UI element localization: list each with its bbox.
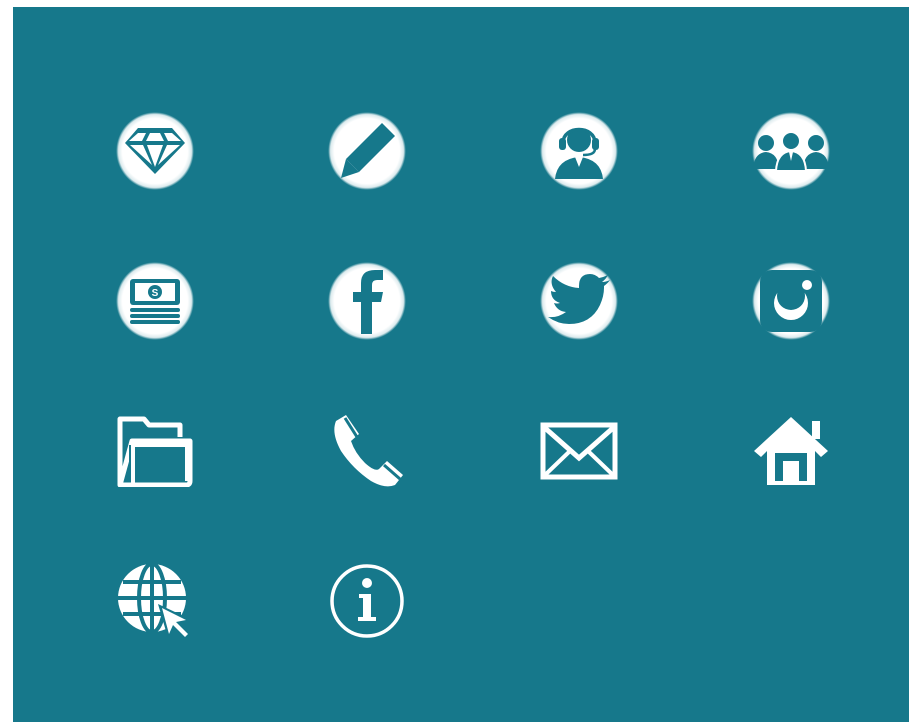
home-cell	[736, 396, 846, 506]
pencil-icon	[341, 123, 395, 178]
instagram-icon	[760, 270, 822, 332]
support-agent-badge	[524, 96, 634, 206]
info-icon	[330, 564, 404, 638]
info-cell	[312, 546, 422, 656]
home-icon	[754, 417, 828, 485]
pencil-badge	[312, 96, 422, 206]
web-cursor-icon	[118, 562, 192, 640]
envelope-cell	[524, 396, 634, 506]
web-cursor-cell	[100, 546, 210, 656]
diamond-badge	[100, 96, 210, 206]
folder-icon	[117, 416, 193, 487]
facebook-icon	[353, 270, 383, 334]
folder-cell	[100, 396, 210, 506]
phone-cell	[312, 396, 422, 506]
team-badge	[736, 96, 846, 206]
instagram-badge	[736, 246, 846, 356]
facebook-badge	[312, 246, 422, 356]
icon-board: S	[13, 7, 909, 722]
twitter-badge	[524, 246, 634, 356]
diamond-icon	[125, 128, 185, 174]
phone-icon	[334, 415, 403, 487]
twitter-icon	[548, 274, 610, 324]
envelope-icon	[540, 422, 618, 480]
support-agent-icon	[555, 127, 603, 179]
svg-text:S: S	[152, 288, 159, 299]
money-stack-icon: S	[130, 279, 180, 324]
team-icon	[753, 131, 829, 171]
money-stack-badge: S	[100, 246, 210, 356]
